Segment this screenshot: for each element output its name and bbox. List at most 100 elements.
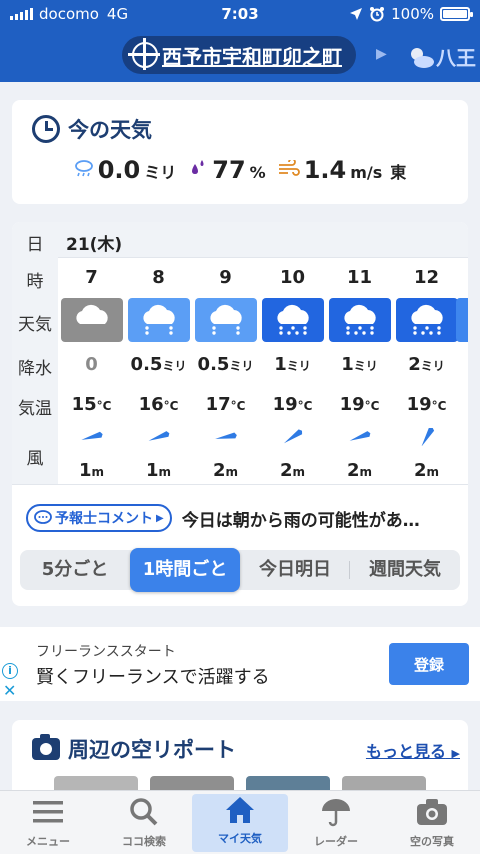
hour-column: 7 0 15°C 1m (58, 222, 125, 484)
search-icon (124, 795, 164, 829)
label-weather: 天気 (18, 315, 52, 335)
forecaster-comment-label: 予報士コメント (55, 511, 153, 527)
current-wind: 1.4 m/s 東 (278, 156, 406, 184)
ad-register-button[interactable]: 登録 (389, 643, 469, 685)
forecast-interval-tabs: 5分ごと 1時間ごと 今日明日 週間天気 (20, 548, 460, 592)
sky-report-title: 周辺の空リポート (32, 734, 236, 764)
battery-fill (443, 10, 467, 18)
wind-speed-value: 1m (78, 460, 105, 481)
current-location-name: 西予市宇和町卯之町 (162, 44, 342, 69)
chevron-right-icon: ▶ (156, 512, 164, 524)
tab-radar-label: レーダー (314, 835, 358, 848)
precip-value: 0.5ミリ (197, 354, 254, 375)
forecast-row-labels: 日 時 天気 降水 気温 風 (12, 222, 58, 484)
temp-value: 17°C (205, 394, 246, 415)
current-precip: 0.0 ミリ (74, 156, 177, 184)
current-precip-unit: ミリ (144, 163, 177, 182)
current-humidity-value: 77 (212, 156, 246, 184)
sky-report-more-label: もっと見る (365, 742, 446, 761)
humidity-drops-icon (192, 160, 204, 174)
ad-banner[interactable]: i ✕ フリーランススタート 賢くフリーランスで活躍する 登録 (0, 627, 480, 701)
rain-cloud-icon (128, 298, 190, 342)
temp-value: 15°C (71, 394, 112, 415)
speech-bubble-icon (34, 510, 52, 524)
home-icon (220, 794, 260, 826)
battery-icon (440, 7, 473, 21)
current-weather-card: 今の天気 0.0 ミリ 77 % 1.4 m/s 東 (12, 100, 468, 204)
next-hour-weather-box (456, 298, 468, 342)
location-arrow-icon (350, 8, 363, 20)
label-day: 日 (26, 235, 44, 255)
current-wind-value: 1.4 (303, 156, 347, 184)
menu-icon (28, 795, 68, 829)
location-bar: 西予市宇和町卯之町 ▶ 八王 (0, 28, 480, 82)
current-humidity-unit: % (249, 163, 266, 182)
bottom-tab-bar: メニュー ココ検索 マイ天気 レーダー 空の写真 (0, 790, 480, 854)
tab-radar[interactable]: レーダー (288, 791, 384, 854)
forecaster-comment: 予報士コメント ▶ 今日は朝から雨の可能性があ… (26, 504, 436, 532)
camera-icon (412, 795, 452, 829)
hour-label: 12 (413, 267, 440, 288)
clock-icon (32, 115, 60, 143)
tab-search-label: ココ検索 (122, 835, 166, 848)
sun-cloud-icon (411, 47, 434, 68)
tab-sky-photo-label: 空の写真 (410, 835, 454, 848)
tab-sky-photo[interactable]: 空の写真 (384, 791, 480, 854)
current-location-button[interactable]: 西予市宇和町卯之町 (122, 36, 356, 74)
current-weather-values: 0.0 ミリ 77 % 1.4 m/s 東 (12, 156, 468, 184)
rain-cloud-icon (329, 298, 391, 342)
ad-info-icon[interactable]: i (2, 663, 18, 679)
tab-hourly[interactable]: 1時間ごと (130, 548, 240, 592)
hour-column: 9 0.5ミリ 17°C 2m (192, 222, 259, 484)
camera-icon (32, 734, 60, 760)
precip-value: 1ミリ (274, 354, 311, 375)
hour-column: 8 0.5ミリ 16°C 1m (125, 222, 192, 484)
wind-speed-value: 2m (346, 460, 373, 481)
tab-5min[interactable]: 5分ごと (20, 550, 130, 590)
hour-label: 11 (346, 267, 373, 288)
wind-speed-value: 2m (279, 460, 306, 481)
label-hour: 時 (26, 272, 44, 292)
wind-direction-arrow-icon (393, 428, 460, 446)
rain-cloud-icon (262, 298, 324, 342)
next-location-button[interactable]: 八王 (406, 42, 476, 71)
hour-column: 12 2ミリ 19°C 2m (393, 222, 460, 484)
precip-value: 0.5ミリ (130, 354, 187, 375)
hour-label: 8 (152, 267, 165, 288)
hourly-grid[interactable]: 21(木) 7 0 15°C 1m 8 0.5ミリ 16°C 1m 9 0.5ミリ 17°C 2m 10… (58, 222, 468, 484)
ad-headline: 賢くフリーランスで活躍する (36, 667, 270, 688)
wind-speed-value: 2m (413, 460, 440, 481)
tab-weekly[interactable]: 週間天気 (350, 550, 460, 590)
hour-column: 10 1ミリ 19°C 2m (259, 222, 326, 484)
precip-value: 2ミリ (408, 354, 445, 375)
hour-label: 9 (219, 267, 232, 288)
temp-value: 16°C (138, 394, 179, 415)
signal-icon (10, 8, 33, 20)
ad-close-icon[interactable]: ✕ (3, 681, 16, 700)
tab-menu[interactable]: メニュー (0, 791, 96, 854)
current-weather-heading: 今の天気 (68, 118, 152, 142)
divider (12, 484, 468, 485)
forecaster-comment-button[interactable]: 予報士コメント ▶ (26, 504, 172, 532)
sky-report-more-link[interactable]: もっと見る ▶ (366, 738, 460, 762)
rain-cloud-icon (195, 298, 257, 342)
wind-direction-arrow-icon (259, 428, 326, 446)
temp-value: 19°C (272, 394, 313, 415)
tab-today-tomorrow[interactable]: 今日明日 (240, 550, 350, 590)
next-location-arrow-icon: ▶ (376, 46, 387, 62)
wind-direction-arrow-icon (192, 428, 259, 446)
network-label: 4G (106, 5, 129, 23)
wind-icon (278, 160, 300, 176)
tab-search[interactable]: ココ検索 (96, 791, 192, 854)
cloud-icon (61, 298, 123, 342)
tab-menu-label: メニュー (26, 835, 70, 848)
forecaster-comment-text[interactable]: 今日は朝から雨の可能性があ… (182, 506, 436, 531)
hour-column: 11 1ミリ 19°C 2m (326, 222, 393, 484)
next-location-name: 八王 (436, 46, 476, 70)
tab-my-weather[interactable]: マイ天気 (192, 794, 288, 852)
wind-direction-arrow-icon (125, 428, 192, 446)
wind-direction-arrow-icon (326, 428, 393, 446)
rain-cloud-icon (74, 160, 93, 177)
current-precip-value: 0.0 (97, 156, 141, 184)
wind-speed-value: 2m (212, 460, 239, 481)
